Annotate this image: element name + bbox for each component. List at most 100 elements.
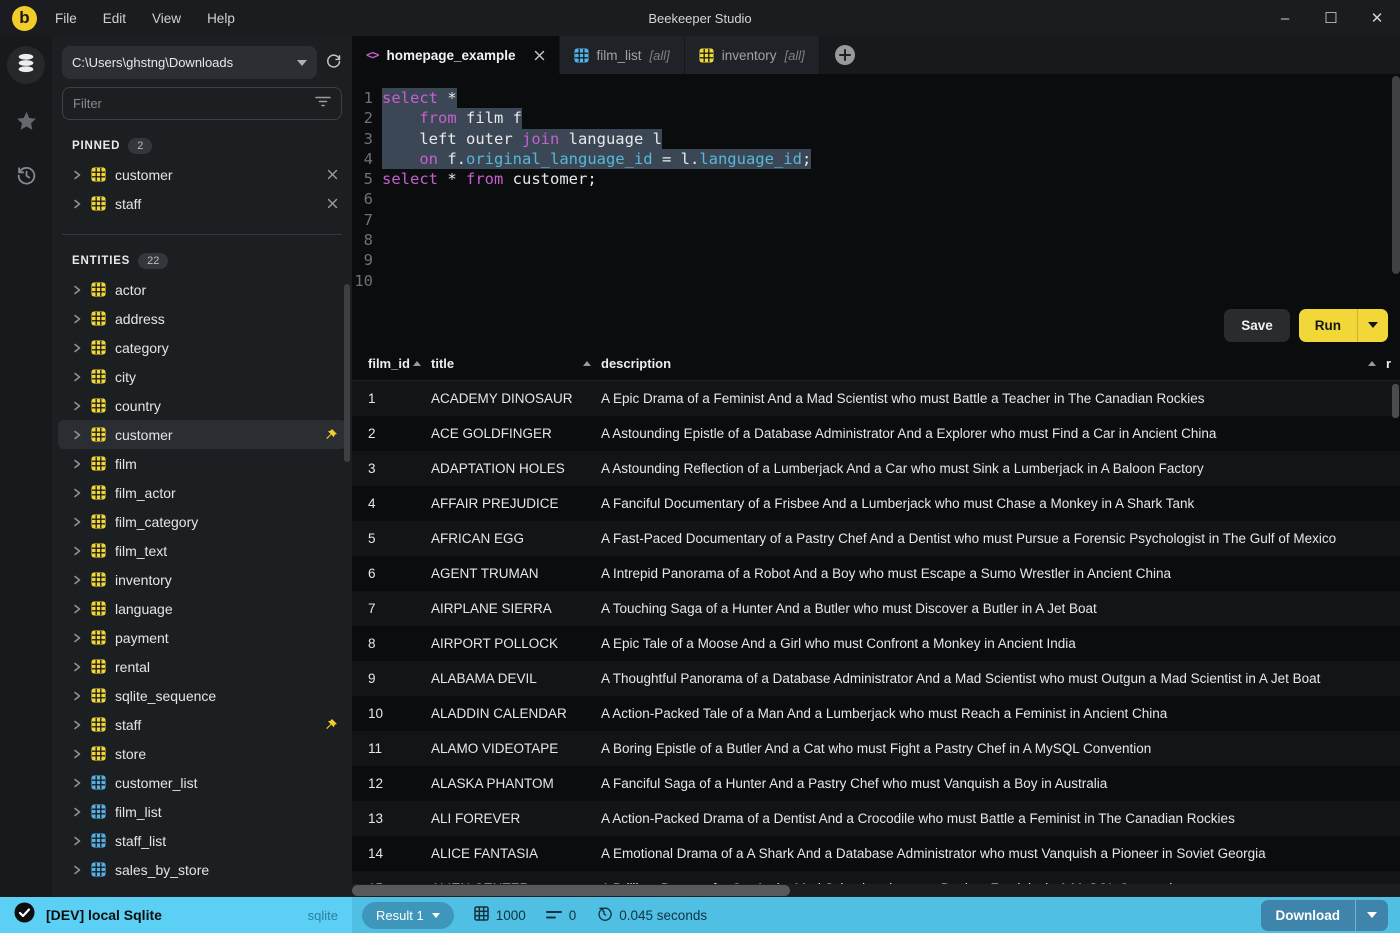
chevron-right-icon[interactable] — [72, 372, 82, 382]
chevron-right-icon[interactable] — [72, 604, 82, 614]
chevron-right-icon[interactable] — [72, 749, 82, 759]
refresh-icon[interactable] — [325, 52, 342, 74]
close-icon[interactable]: ✕ — [1354, 9, 1400, 27]
table-row[interactable]: 5 AFRICAN EGG A Fast-Paced Documentary of … — [352, 521, 1400, 556]
entity-item-staff_list[interactable]: staff_list — [52, 826, 352, 855]
chevron-right-icon[interactable] — [72, 488, 82, 498]
cell-description[interactable]: A Action-Packed Tale of a Man And a Lumb… — [601, 706, 1400, 721]
cell-title[interactable]: ACADEMY DINOSAUR — [431, 391, 601, 406]
cell-title[interactable]: AFFAIR PREJUDICE — [431, 496, 601, 511]
cell-film-id[interactable]: 8 — [352, 636, 431, 651]
pin-icon[interactable] — [324, 718, 338, 732]
chevron-right-icon[interactable] — [72, 662, 82, 672]
chevron-right-icon[interactable] — [72, 459, 82, 469]
column-header-description[interactable]: description — [601, 356, 1386, 371]
column-header-truncated[interactable]: r — [1386, 356, 1400, 371]
cell-film-id[interactable]: 6 — [352, 566, 431, 581]
cell-film-id[interactable]: 12 — [352, 776, 431, 791]
cell-description[interactable]: A Boring Epistle of a Butler And a Cat w… — [601, 741, 1400, 756]
entity-item-film_text[interactable]: film_text — [52, 536, 352, 565]
table-row[interactable]: 7 AIRPLANE SIERRA A Touching Saga of a Hun… — [352, 591, 1400, 626]
menu-file[interactable]: File — [55, 11, 77, 26]
download-button[interactable]: Download — [1261, 900, 1356, 931]
cell-description[interactable]: A Astounding Epistle of a Database Admin… — [601, 426, 1400, 441]
chevron-right-icon[interactable] — [72, 720, 82, 730]
run-options-button[interactable] — [1357, 308, 1388, 342]
save-button[interactable]: Save — [1224, 308, 1290, 342]
chevron-right-icon[interactable] — [72, 401, 82, 411]
table-row[interactable]: 6 AGENT TRUMAN A Intrepid Panorama of a Ro… — [352, 556, 1400, 591]
cell-title[interactable]: AIRPLANE SIERRA — [431, 601, 601, 616]
entity-item-film_category[interactable]: film_category — [52, 507, 352, 536]
cell-description[interactable]: A Emotional Drama of a A Shark And a Dat… — [601, 846, 1400, 861]
tab-homepage_example[interactable]: <> homepage_example — [352, 36, 560, 74]
chevron-right-icon[interactable] — [72, 199, 82, 209]
pinned-item-staff[interactable]: staff — [52, 189, 352, 218]
cell-title[interactable]: ALI FOREVER — [431, 811, 601, 826]
pin-icon[interactable] — [324, 428, 338, 442]
entity-item-store[interactable]: store — [52, 739, 352, 768]
entity-item-film_list[interactable]: film_list — [52, 797, 352, 826]
cell-description[interactable]: A Fast-Paced Documentary of a Pastry Che… — [601, 531, 1400, 546]
filter-input[interactable] — [73, 96, 315, 111]
entity-item-payment[interactable]: payment — [52, 623, 352, 652]
chevron-right-icon[interactable] — [72, 778, 82, 788]
chevron-right-icon[interactable] — [72, 691, 82, 701]
entity-filter[interactable] — [62, 87, 342, 120]
entity-item-film[interactable]: film — [52, 449, 352, 478]
entity-item-rental[interactable]: rental — [52, 652, 352, 681]
chevron-right-icon[interactable] — [72, 575, 82, 585]
favorites-icon[interactable] — [15, 110, 38, 138]
chevron-right-icon[interactable] — [72, 170, 82, 180]
cell-description[interactable]: A Touching Saga of a Hunter And a Butler… — [601, 601, 1400, 616]
cell-title[interactable]: ALICE FANTASIA — [431, 846, 601, 861]
cell-description[interactable]: A Fanciful Documentary of a Frisbee And … — [601, 496, 1400, 511]
connection-status[interactable]: [DEV] local Sqlite sqlite — [0, 897, 352, 933]
connection-select[interactable]: C:\Users\ghstng\Downloads — [62, 46, 317, 79]
table-row[interactable]: 3 ADAPTATION HOLES A Astounding Reflection… — [352, 451, 1400, 486]
sidebar-scrollbar[interactable] — [344, 284, 350, 462]
cell-film-id[interactable]: 5 — [352, 531, 431, 546]
cell-title[interactable]: ALASKA PHANTOM — [431, 776, 601, 791]
entity-item-country[interactable]: country — [52, 391, 352, 420]
table-row[interactable]: 11 ALAMO VIDEOTAPE A Boring Epistle of a B… — [352, 731, 1400, 766]
code-line-7[interactable]: 7 — [352, 210, 1400, 230]
minimize-icon[interactable]: – — [1262, 10, 1308, 27]
unpin-icon[interactable] — [327, 169, 338, 180]
menu-help[interactable]: Help — [207, 11, 235, 26]
chevron-right-icon[interactable] — [72, 314, 82, 324]
entity-item-sales_by_store[interactable]: sales_by_store — [52, 855, 352, 884]
column-header-title[interactable]: title — [431, 356, 601, 371]
code-line-5[interactable]: 5 select * from customer; — [352, 169, 1400, 189]
code-line-2[interactable]: 2 from film f — [352, 108, 1400, 129]
cell-film-id[interactable]: 4 — [352, 496, 431, 511]
entity-item-customer[interactable]: customer — [58, 420, 346, 449]
menu-view[interactable]: View — [152, 11, 181, 26]
maximize-icon[interactable]: ☐ — [1308, 9, 1354, 27]
table-row[interactable]: 8 AIRPORT POLLOCK A Epic Tale of a Moose A… — [352, 626, 1400, 661]
tab-film_list[interactable]: film_list [all] — [559, 36, 685, 74]
code-line-4[interactable]: 4 on f.original_language_id = l.language… — [352, 148, 1400, 170]
menu-edit[interactable]: Edit — [103, 11, 126, 26]
table-row[interactable]: 10 ALADDIN CALENDAR A Action-Packed Tale o… — [352, 696, 1400, 731]
new-tab-button[interactable] — [820, 36, 870, 74]
cell-title[interactable]: ALADDIN CALENDAR — [431, 706, 601, 721]
tables-panel-button[interactable] — [7, 46, 45, 84]
entity-item-actor[interactable]: actor — [52, 275, 352, 304]
cell-description[interactable]: A Epic Drama of a Feminist And a Mad Sci… — [601, 391, 1400, 406]
cell-title[interactable]: AGENT TRUMAN — [431, 566, 601, 581]
chevron-right-icon[interactable] — [72, 343, 82, 353]
table-row[interactable]: 14 ALICE FANTASIA A Emotional Drama of a A… — [352, 836, 1400, 871]
table-row[interactable]: 12 ALASKA PHANTOM A Fanciful Saga of a Hun… — [352, 766, 1400, 801]
cell-description[interactable]: A Fanciful Saga of a Hunter And a Pastry… — [601, 776, 1400, 791]
table-row[interactable]: 9 ALABAMA DEVIL A Thoughtful Panorama of a… — [352, 661, 1400, 696]
cell-description[interactable]: A Action-Packed Drama of a Dentist And a… — [601, 811, 1400, 826]
entity-item-city[interactable]: city — [52, 362, 352, 391]
pinned-item-customer[interactable]: customer — [52, 160, 352, 189]
chevron-right-icon[interactable] — [72, 517, 82, 527]
cell-title[interactable]: AFRICAN EGG — [431, 531, 601, 546]
table-row[interactable]: 13 ALI FOREVER A Action-Packed Drama of a … — [352, 801, 1400, 836]
code-line-8[interactable]: 8 — [352, 230, 1400, 250]
code-line-3[interactable]: 3 left outer join language l — [352, 128, 1400, 149]
chevron-right-icon[interactable] — [72, 285, 82, 295]
